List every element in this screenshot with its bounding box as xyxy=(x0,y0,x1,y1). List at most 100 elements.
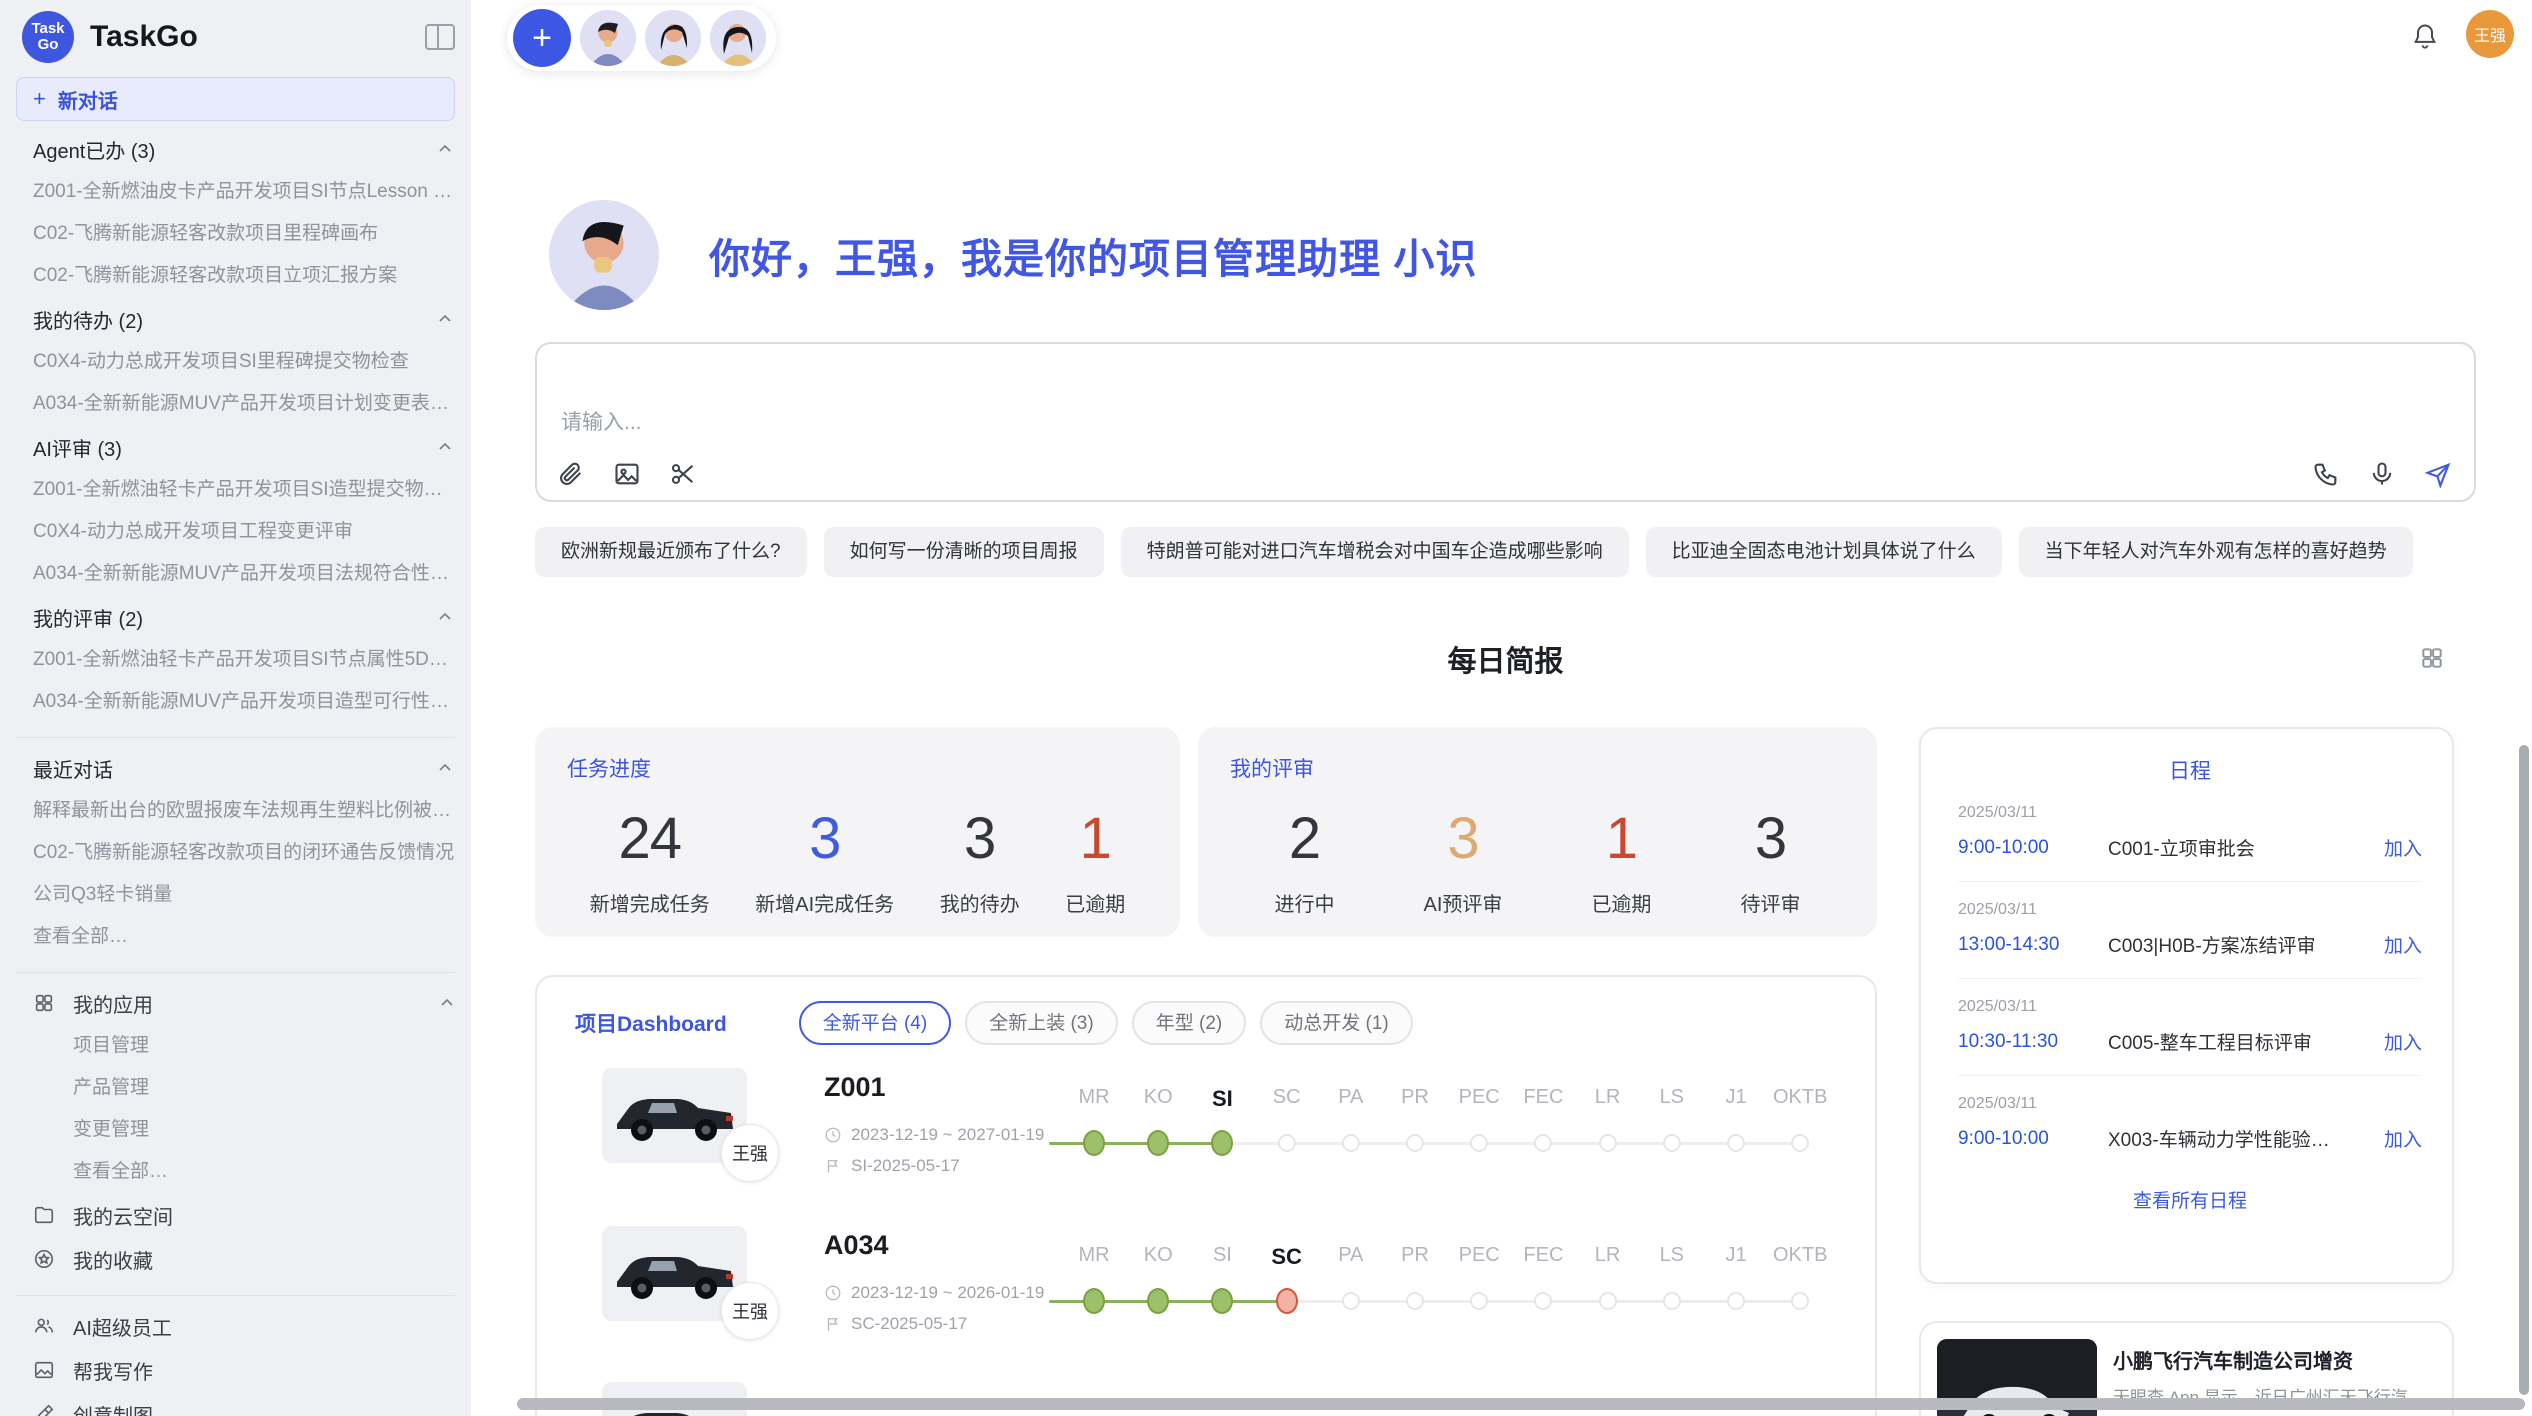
assistant-avatar-2[interactable] xyxy=(645,10,701,66)
assistant-avatar-1[interactable] xyxy=(580,10,636,66)
milestone: SC xyxy=(1252,1086,1322,1109)
sidebar-item[interactable]: 解释最新出台的欧盟报废车法规再生塑料比例被调至15%… xyxy=(16,790,455,832)
sidebar-groups: Agent已办 (3)Z001-全新燃油皮卡产品开发项目SI节点Lesson L… xyxy=(16,127,455,973)
sidebar-item[interactable]: C02-飞腾新能源轻客改款项目立项汇报方案 xyxy=(16,255,455,297)
join-button[interactable]: 加入 xyxy=(2384,834,2422,861)
taskgo-logo: Task Go xyxy=(22,11,74,63)
suggestion-chip[interactable]: 欧洲新规最近颁布了什么? xyxy=(535,527,807,577)
milestone-dot xyxy=(1791,1292,1809,1310)
milestone-dot xyxy=(1663,1134,1681,1152)
schedule-time: 10:30-11:30 xyxy=(1958,1031,2108,1053)
sidebar-section-header[interactable]: 最近对话 xyxy=(16,746,455,790)
sidebar-app-item[interactable]: 变更管理 xyxy=(16,1109,455,1151)
schedule-date: 2025/03/11 xyxy=(1958,901,2422,919)
dashboard-tab[interactable]: 动总开发 (1) xyxy=(1260,1001,1413,1045)
milestone-line-done xyxy=(1049,1142,1222,1145)
sidebar-item[interactable]: C0X4-动力总成开发项目SI里程碑提交物检查 xyxy=(16,341,455,383)
sidebar-item[interactable]: 公司Q3轻卡销量 xyxy=(16,874,455,916)
join-button[interactable]: 加入 xyxy=(2384,931,2422,958)
stat-label: 待评审 xyxy=(1740,888,1800,917)
suggestion-chip[interactable]: 如何写一份清晰的项目周报 xyxy=(824,527,1104,577)
view-all-schedule-link[interactable]: 查看所有日程 xyxy=(1958,1172,2422,1227)
phone-icon[interactable] xyxy=(2312,460,2340,488)
send-icon[interactable] xyxy=(2424,460,2452,488)
users-icon xyxy=(33,1315,55,1337)
milestone-label: PR xyxy=(1380,1086,1450,1109)
sidebar-item[interactable]: C0X4-动力总成开发项目工程变更评审 xyxy=(16,511,455,553)
sidebar-item[interactable]: A034-全新新能源MUV产品开发项目法规符合性评审 xyxy=(16,553,455,595)
sidebar-link-label: 我的云空间 xyxy=(73,1201,455,1230)
sidebar-link[interactable]: 我的收藏 xyxy=(16,1237,455,1281)
chevron-up-icon xyxy=(439,995,455,1011)
milestone-label: MR xyxy=(1059,1244,1129,1267)
dashboard-tabs: 全新平台 (4) 全新上装 (3) 年型 (2) 动总开发 (1) xyxy=(799,1001,1413,1045)
assistant-avatar-3[interactable] xyxy=(710,10,766,66)
sidebar-section-title: 最近对话 xyxy=(33,754,437,783)
dashboard-tab[interactable]: 全新平台 (4) xyxy=(799,1001,952,1045)
sidebar-section-header[interactable]: Agent已办 (3) xyxy=(16,127,455,171)
join-button[interactable]: 加入 xyxy=(2384,1028,2422,1055)
suggestion-chip[interactable]: 特朗普可能对进口汽车增税会对中国车企造成哪些影响 xyxy=(1121,527,1629,577)
dashboard-tab[interactable]: 全新上装 (3) xyxy=(965,1001,1118,1045)
vertical-scrollbar[interactable] xyxy=(2519,745,2529,1395)
sidebar-tool-label: 帮我写作 xyxy=(73,1356,455,1385)
stat: 3AI预评审 xyxy=(1424,805,1503,917)
sidebar-section-header[interactable]: 我的评审 (2) xyxy=(16,595,455,639)
milestone-label: PEC xyxy=(1444,1086,1514,1109)
suggestion-chip[interactable]: 当下年轻人对汽车外观有怎样的喜好趋势 xyxy=(2019,527,2413,577)
sidebar-item[interactable]: Z001-全新燃油轻卡产品开发项目SI造型提交物评审 xyxy=(16,469,455,511)
sidebar-apps: 我的应用项目管理产品管理变更管理查看全部… xyxy=(16,981,455,1193)
microphone-icon[interactable] xyxy=(2368,460,2396,488)
new-chat-button[interactable]: + 新对话 xyxy=(16,77,455,121)
sidebar-app-item[interactable]: 查看全部… xyxy=(16,1151,455,1193)
user-avatar[interactable]: 王强 xyxy=(2466,10,2514,58)
sidebar-item[interactable]: Z001-全新燃油皮卡产品开发项目SI节点Lesson Learn报告 xyxy=(16,171,455,213)
sidebar-item[interactable]: C02-飞腾新能源轻客改款项目的闭环通告反馈情况 xyxy=(16,832,455,874)
sidebar-item-my-apps[interactable]: 我的应用 xyxy=(16,981,455,1025)
sidebar-item[interactable]: 查看全部… xyxy=(16,916,455,958)
sidebar-item[interactable]: C02-飞腾新能源轻客改款项目里程碑画布 xyxy=(16,213,455,255)
sidebar-section-title: 我的评审 (2) xyxy=(33,603,437,632)
paperclip-icon[interactable] xyxy=(557,460,585,488)
milestone: PA xyxy=(1316,1244,1386,1267)
milestone: OKTB xyxy=(1765,1086,1835,1109)
milestone: SI xyxy=(1187,1086,1257,1112)
sidebar-tool[interactable]: AI超级员工 xyxy=(16,1304,455,1348)
sidebar-collapse-icon[interactable] xyxy=(425,24,455,50)
milestone-dot xyxy=(1083,1288,1105,1314)
sidebar-section-header[interactable]: 我的待办 (2) xyxy=(16,297,455,341)
milestone-dot xyxy=(1342,1134,1360,1152)
sidebar-tool[interactable]: 创意制图 xyxy=(16,1392,455,1416)
app-title: TaskGo xyxy=(90,20,425,54)
suggestion-chip[interactable]: 比亚迪全固态电池计划具体说了什么 xyxy=(1646,527,2002,577)
milestone-dot xyxy=(1599,1292,1617,1310)
milestone: PR xyxy=(1380,1244,1450,1267)
sidebar-tool[interactable]: 帮我写作 xyxy=(16,1348,455,1392)
sidebar-app-item[interactable]: 项目管理 xyxy=(16,1025,455,1067)
dashboard-title: 项目Dashboard xyxy=(575,1008,727,1038)
stat-row: 2进行中3AI预评审1已逾期3待评审 xyxy=(1230,805,1845,917)
bell-icon[interactable] xyxy=(2411,22,2439,52)
plus-icon: + xyxy=(33,86,46,112)
scissors-icon[interactable] xyxy=(669,460,697,488)
horizontal-scrollbar[interactable] xyxy=(517,1398,2525,1410)
sidebar-item[interactable]: A034-全新新能源MUV产品开发项目造型可行性评审 xyxy=(16,681,455,723)
schedule-date: 2025/03/11 xyxy=(1958,1095,2422,1113)
sidebar-link[interactable]: 我的云空间 xyxy=(16,1193,455,1237)
milestone-dot xyxy=(1534,1134,1552,1152)
schedule-event-name: C003|H0B-方案冻结评审 xyxy=(2108,931,2370,958)
widget-grid-icon[interactable] xyxy=(2419,645,2445,671)
add-assistant-button[interactable]: + xyxy=(513,9,571,67)
dashboard-tab[interactable]: 年型 (2) xyxy=(1132,1001,1247,1045)
sidebar-tool-label: AI超级员工 xyxy=(73,1312,455,1341)
chat-input[interactable] xyxy=(537,344,2474,456)
milestone-label: OKTB xyxy=(1765,1244,1835,1267)
stat: 2进行中 xyxy=(1275,805,1335,917)
join-button[interactable]: 加入 xyxy=(2384,1125,2422,1152)
sidebar-item[interactable]: A034-全新新能源MUV产品开发项目计划变更表编写 xyxy=(16,383,455,425)
image-icon[interactable] xyxy=(613,460,641,488)
main-area: + 王强 你好，王强，我是你的项目管理助理 小识 xyxy=(471,0,2532,1416)
sidebar-app-item[interactable]: 产品管理 xyxy=(16,1067,455,1109)
sidebar-item[interactable]: Z001-全新燃油轻卡产品开发项目SI节点属性5D文件评审 xyxy=(16,639,455,681)
sidebar-section-header[interactable]: AI评审 (3) xyxy=(16,425,455,469)
